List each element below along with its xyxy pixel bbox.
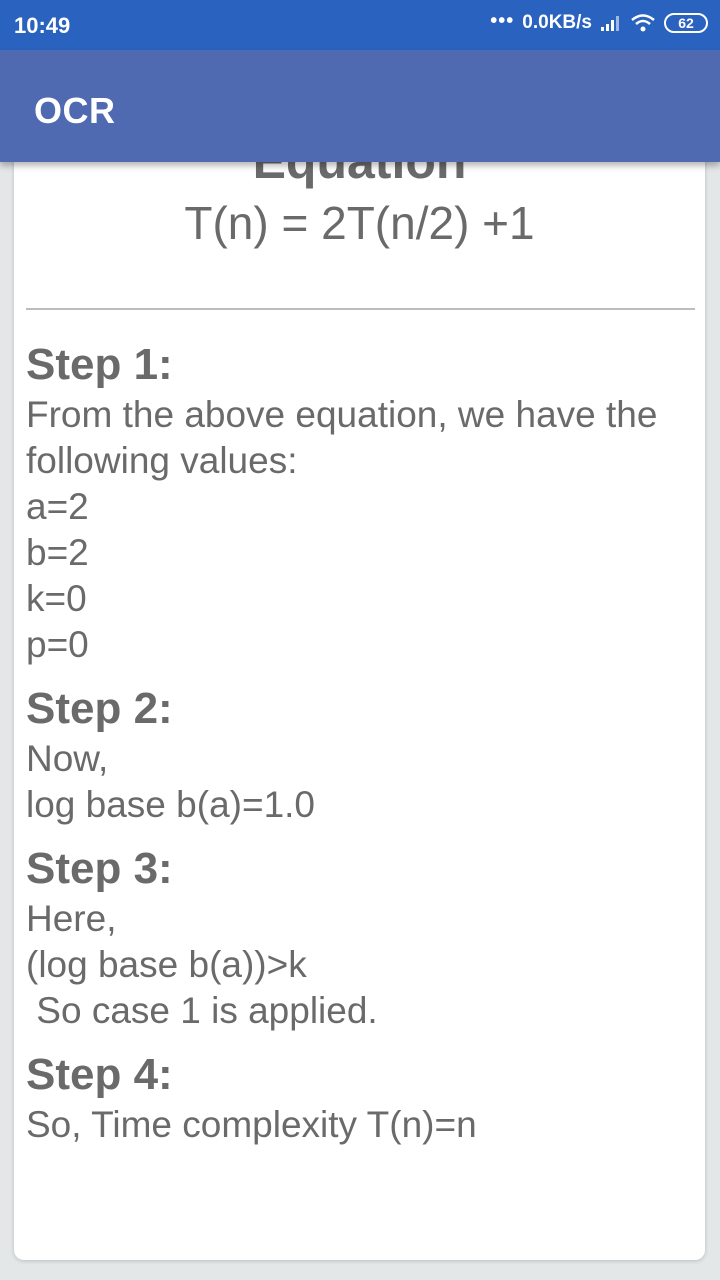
step-line: Here, [26, 898, 117, 939]
step-line: k=0 [26, 578, 87, 619]
step-line: following values: [26, 440, 298, 481]
step-line: log base b(a)=1.0 [26, 784, 316, 825]
step-2: Step 2: Now, log base b(a)=1.0 [26, 682, 696, 828]
step-line: a=2 [26, 486, 89, 527]
step-title: Step 1: [26, 340, 173, 389]
battery-icon: 62 [664, 13, 708, 33]
divider [26, 308, 695, 310]
status-bar: 10:49 ••• 0.0KB/s 62 [0, 0, 720, 50]
signal-icon [601, 16, 619, 31]
status-time: 10:49 [14, 13, 71, 38]
step-title: Step 2: [26, 684, 173, 733]
step-line: From the above equation, we have the [26, 394, 658, 435]
app-bar: OCR [0, 50, 720, 162]
step-line: Now, [26, 738, 109, 779]
more-dots-icon: ••• [490, 10, 515, 32]
step-line: So case 1 is applied. [26, 990, 378, 1031]
app-title: OCR [34, 90, 116, 131]
steps-list: Step 1: From the above equation, we have… [26, 338, 696, 1162]
step-title: Step 4: [26, 1050, 173, 1099]
wifi-icon [631, 14, 655, 32]
step-1: Step 1: From the above equation, we have… [26, 338, 696, 668]
step-line: (log base b(a))>k [26, 944, 307, 985]
step-line: So, Time complexity T(n)=n [26, 1104, 477, 1145]
network-speed: 0.0KB/s [522, 12, 592, 33]
step-4: Step 4: So, Time complexity T(n)=n [26, 1048, 696, 1148]
status-icons: ••• 0.0KB/s 62 [490, 10, 708, 34]
step-line: p=0 [26, 624, 89, 665]
step-3: Step 3: Here, (log base b(a))>k So case … [26, 842, 696, 1034]
step-line: b=2 [26, 532, 89, 573]
equation-text: T(n) = 2T(n/2) +1 [184, 197, 535, 249]
step-title: Step 3: [26, 844, 173, 893]
result-card[interactable]: Equation T(n) = 2T(n/2) +1 Step 1: From … [14, 120, 705, 1260]
